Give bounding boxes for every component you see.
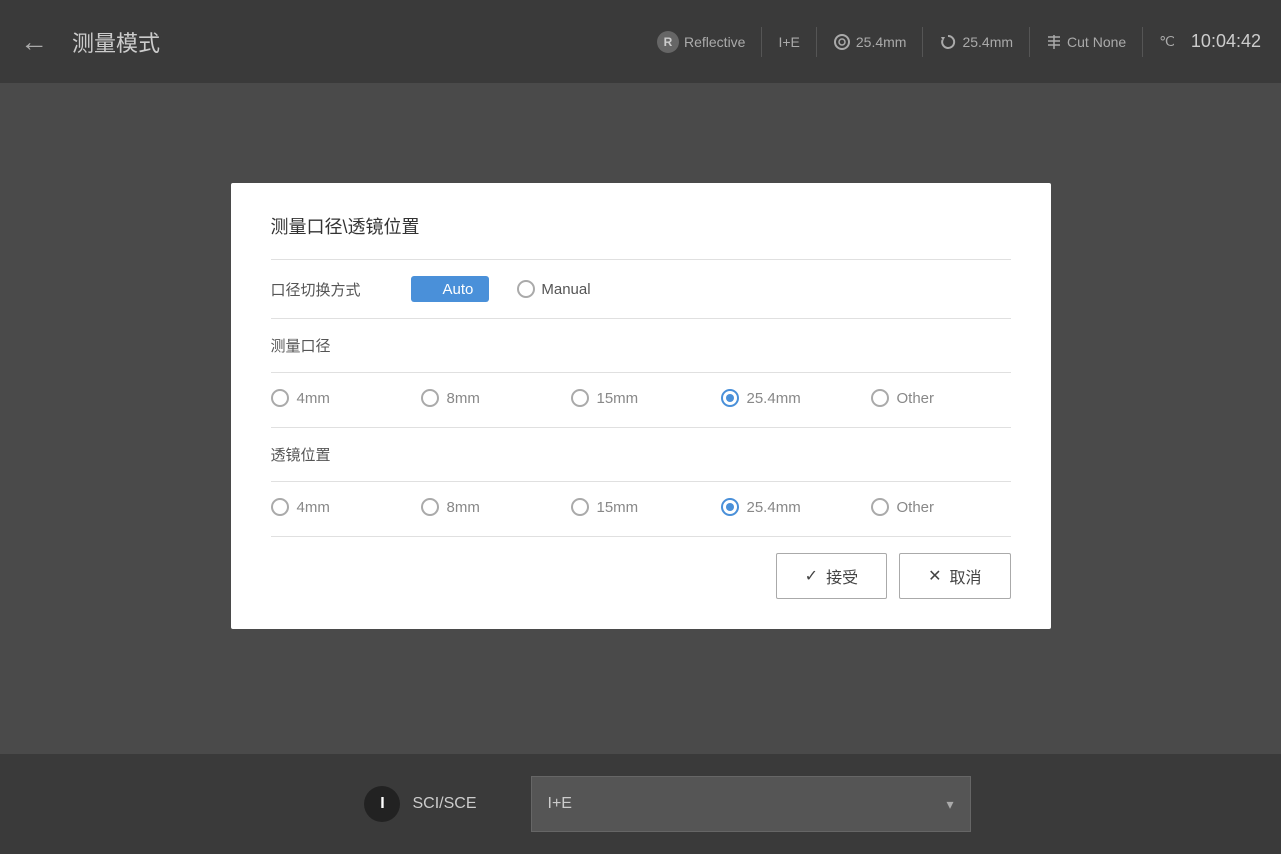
- aperture-switch-group: Auto Manual: [411, 276, 591, 302]
- manual-option[interactable]: Manual: [517, 280, 590, 298]
- divider5: [1142, 27, 1143, 57]
- aperture-8mm-label: 8mm: [447, 390, 480, 407]
- aperture-other-label: Other: [897, 390, 935, 407]
- auto-radio[interactable]: [419, 280, 437, 298]
- lens-15mm-label: 15mm: [597, 499, 639, 516]
- cancel-button[interactable]: ✕ 取消: [899, 553, 1010, 599]
- divider2: [816, 27, 817, 57]
- aperture-15mm[interactable]: 15mm: [571, 389, 721, 407]
- lens-radio-row: 4mm 8mm 15mm 25.4mm Other: [271, 498, 1011, 516]
- ie-dropdown-value: I+E: [548, 795, 572, 813]
- lens-other-label: Other: [897, 499, 935, 516]
- dialog: 测量口径\透镜位置 口径切换方式 Auto Manual 测量口径 4mm: [231, 183, 1051, 629]
- aperture-25mm-label: 25.4mm: [747, 390, 801, 407]
- lens-25mm-label: 25.4mm: [747, 499, 801, 516]
- lens-4mm-label: 4mm: [297, 499, 330, 516]
- dialog-title: 测量口径\透镜位置: [271, 213, 1011, 239]
- lens-4mm[interactable]: 4mm: [271, 498, 421, 516]
- ie-mode: I+E: [778, 34, 799, 50]
- lens-4mm-radio[interactable]: [271, 498, 289, 516]
- lens-8mm-label: 8mm: [447, 499, 480, 516]
- sci-label: SCI/SCE: [412, 795, 476, 813]
- accept-label: 接受: [826, 564, 858, 588]
- divider3: [922, 27, 923, 57]
- button-row: ✓ 接受 ✕ 取消: [271, 553, 1011, 599]
- separator4: [271, 427, 1011, 428]
- measurement-aperture-title: 测量口径: [271, 335, 1011, 356]
- divider1: [761, 27, 762, 57]
- ie-label: I+E: [778, 34, 799, 50]
- back-button[interactable]: ←: [20, 26, 48, 58]
- check-icon: ✓: [805, 566, 818, 586]
- reflective-icon: R: [657, 31, 679, 53]
- lens-size2: 25.4mm: [962, 34, 1013, 50]
- aperture-switch-label: 口径切换方式: [271, 279, 391, 300]
- topbar: ← 测量模式 R Reflective I+E 25.4mm 25.4mm Cu…: [0, 0, 1281, 83]
- aperture-8mm-radio[interactable]: [421, 389, 439, 407]
- aperture-other-radio[interactable]: [871, 389, 889, 407]
- aperture-4mm[interactable]: 4mm: [271, 389, 421, 407]
- lens-8mm[interactable]: 8mm: [421, 498, 571, 516]
- aperture-4mm-radio[interactable]: [271, 389, 289, 407]
- x-icon: ✕: [928, 566, 941, 586]
- aperture-15mm-label: 15mm: [597, 390, 639, 407]
- celsius-label: ℃: [1159, 33, 1175, 50]
- gray-top-area: [0, 83, 1281, 183]
- lens-15mm[interactable]: 15mm: [571, 498, 721, 516]
- separator1: [271, 259, 1011, 260]
- lens-icon: [939, 33, 957, 51]
- lens-25mm[interactable]: 25.4mm: [721, 498, 871, 516]
- aperture-icon: [833, 33, 851, 51]
- clock: 10:04:42: [1191, 31, 1261, 52]
- aperture-switch-row: 口径切换方式 Auto Manual: [271, 276, 1011, 302]
- aperture-size1: 25.4mm: [856, 34, 907, 50]
- topbar-right: R Reflective I+E 25.4mm 25.4mm Cut None …: [657, 27, 1261, 57]
- aperture-8mm[interactable]: 8mm: [421, 389, 571, 407]
- separator5: [271, 481, 1011, 482]
- lens-other[interactable]: Other: [871, 498, 1021, 516]
- aperture-25mm-radio[interactable]: [721, 389, 739, 407]
- aperture-radio-row: 4mm 8mm 15mm 25.4mm Other: [271, 389, 1011, 407]
- accept-button[interactable]: ✓ 接受: [776, 553, 887, 599]
- sci-sce-section: I SCI/SCE: [311, 786, 531, 822]
- aperture-4mm-label: 4mm: [297, 390, 330, 407]
- manual-radio[interactable]: [517, 280, 535, 298]
- cancel-label: 取消: [949, 564, 981, 588]
- sci-icon: I: [364, 786, 400, 822]
- auto-label: Auto: [443, 281, 474, 298]
- cut-label: Cut None: [1067, 34, 1126, 50]
- page-title: 测量模式: [72, 26, 641, 58]
- reflective-label: Reflective: [684, 34, 745, 50]
- separator2: [271, 318, 1011, 319]
- aperture-indicator: 25.4mm: [833, 33, 907, 51]
- lens-8mm-radio[interactable]: [421, 498, 439, 516]
- separator6: [271, 536, 1011, 537]
- lens-indicator: 25.4mm: [939, 33, 1013, 51]
- manual-label: Manual: [541, 281, 590, 298]
- cut-icon: [1046, 33, 1062, 51]
- dropdown-arrow-icon: ▾: [946, 796, 953, 813]
- lens-15mm-radio[interactable]: [571, 498, 589, 516]
- ie-dropdown[interactable]: I+E ▾: [531, 776, 971, 832]
- aperture-25mm[interactable]: 25.4mm: [721, 389, 871, 407]
- lens-position-title: 透镜位置: [271, 444, 1011, 465]
- aperture-15mm-radio[interactable]: [571, 389, 589, 407]
- bottom-bar: I SCI/SCE I+E ▾: [0, 754, 1281, 854]
- lens-other-radio[interactable]: [871, 498, 889, 516]
- aperture-other[interactable]: Other: [871, 389, 1021, 407]
- separator3: [271, 372, 1011, 373]
- lens-25mm-radio[interactable]: [721, 498, 739, 516]
- divider4: [1029, 27, 1030, 57]
- auto-option[interactable]: Auto: [411, 276, 490, 302]
- cut-none: Cut None: [1046, 33, 1126, 51]
- reflective-mode: R Reflective: [657, 31, 745, 53]
